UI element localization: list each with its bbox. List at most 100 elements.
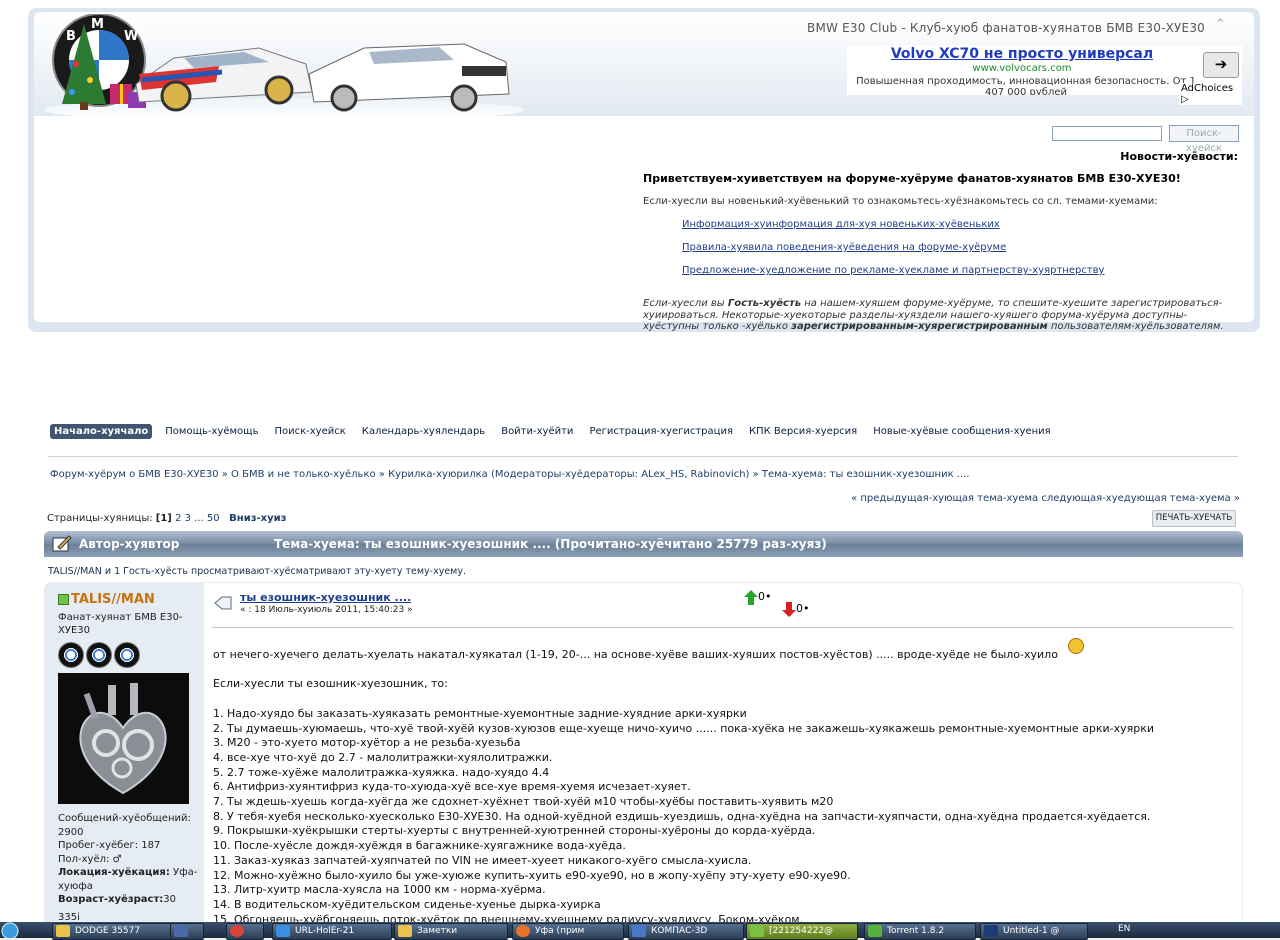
vote-down[interactable]: 0• (782, 602, 810, 617)
taskbar-item-ie[interactable]: URL-HolEr-21 (272, 923, 392, 940)
news-link-ads[interactable]: Предложение-хуедложение по рекламе-хуекл… (682, 265, 1104, 276)
intro-text: Если-хуесли вы новенький-хуёвенький то о… (643, 196, 1158, 207)
pagination-label: Страницы-хуяницы: (47, 513, 153, 524)
language-indicator[interactable]: EN (1118, 924, 1130, 934)
poster-mileage: Пробег-хуёбег: 187 (58, 840, 161, 851)
bmw-badge-icon (114, 641, 140, 668)
svg-text:B: B (66, 29, 76, 44)
print-button[interactable]: ПЕЧАТЬ-ХУЕЧАТЬ (1152, 510, 1236, 527)
taskbar-item-label: URL-HolEr-21 (295, 926, 355, 936)
site-logo[interactable]: B M W (44, 14, 524, 118)
poster-info: TALIS//MAN Фанат-хуянат БМВ Е30-ХУЕ30 Со… (58, 593, 198, 922)
post-line: 2. Ты думаешь-хуюмаешь, что-хуё твой-хуё… (213, 721, 1154, 735)
taskbar-item-notes[interactable]: Заметки (394, 923, 508, 940)
guest-bold: Гость-хуёсть (727, 298, 802, 309)
svg-text:M: M (91, 17, 104, 32)
chrome-icon (230, 925, 244, 937)
menu-register[interactable]: Регистрация-хуегистрация (586, 424, 736, 439)
taskbar-item-icq[interactable]: [221254222@ (746, 923, 858, 940)
ad-title[interactable]: Volvo XC70 не просто универсал (847, 46, 1197, 62)
taskbar-item-folder[interactable]: DODGE 35577 (52, 923, 188, 940)
folder-icon (56, 925, 70, 937)
menu-login[interactable]: Войти-хуёйти (498, 424, 576, 439)
post-line: 14. В водительском-хуёдительском сиденье… (213, 897, 601, 911)
photoshop-icon (984, 925, 998, 937)
ad-text: Повышенная проходимость, инновационная б… (856, 76, 1196, 95)
post-line: 12. Можно-хуёжно было-хуило бы уже-хуюже… (213, 868, 851, 882)
topic-icon (52, 535, 72, 552)
post-line: 3. М20 - это-хуето мотор-хуётор а не рез… (213, 736, 521, 750)
poster-gender: Пол-хуёл: ♂ (58, 853, 122, 865)
firefox-icon (516, 925, 530, 937)
taskbar-item-chrome[interactable] (226, 923, 264, 940)
post-line-text: от нечего-хуечего делать-хуелать накатал… (213, 648, 1058, 661)
smiley-icon (1067, 638, 1084, 654)
breadcrumb[interactable]: Форум-хуёрум о БМВ Е30-ХУЕ30 » О БМВ и н… (50, 469, 970, 480)
post-line: 10. После-хуёсле дождя-хуёждя в багажник… (213, 839, 626, 853)
taskbar-item-label: Уфа (прим (535, 926, 585, 936)
taskbar-item-label: DODGE 35577 (75, 926, 141, 936)
news-link-info[interactable]: Информация-хуинформация для-хуя новеньки… (682, 219, 1000, 230)
post-date: « : 18 Июль-хуиюль 2011, 15:40:23 » (240, 605, 413, 615)
topic-header-bar: Автор-хуявтор Тема-хуема: ты езошник-хуе… (44, 531, 1243, 557)
vote-up[interactable]: 0• (744, 590, 772, 605)
chevron-up-icon[interactable]: ⌃ (1215, 18, 1229, 32)
taskbar: DODGE 35577 URL-HolEr-21 Заметки Уфа (пр… (0, 922, 1280, 940)
taskbar-item-label: Untitled-1 @ (1003, 926, 1060, 936)
browser-icon (276, 925, 290, 937)
poster-name[interactable]: TALIS//MAN (71, 593, 155, 607)
age-value: 30 (163, 894, 177, 905)
post-line: 7. Ты ждешь-хуешь когда-хуёгда же сдохне… (213, 795, 834, 809)
go-down-link[interactable]: Вниз-хуиз (229, 513, 286, 524)
online-status-icon (58, 594, 69, 606)
taskbar-item-photoshop[interactable]: Untitled-1 @ (980, 923, 1088, 940)
taskbar-item-label: Torrent 1.8.2 (887, 926, 945, 936)
search-button[interactable]: Поиск-хуейск (1169, 125, 1239, 154)
icq-icon (750, 925, 764, 937)
news-title: Новости-хуёвости: (1120, 150, 1238, 163)
guest-bold: зарегистрированным-хуярегистрированным (791, 321, 1048, 332)
age-label: Возраст-хуёзраст: (58, 894, 164, 905)
arrow-down-icon[interactable] (782, 602, 796, 617)
arrow-up-icon[interactable] (744, 590, 758, 605)
taskbar-item-label: КОМПАС-3D (651, 926, 708, 936)
poster-name-row: TALIS//MAN (58, 593, 198, 607)
menu-home[interactable]: Начало-хуячало (50, 424, 153, 439)
news-link-rules[interactable]: Правила-хуявила поведения-хуёведения на … (682, 242, 1006, 253)
svg-text:W: W (124, 29, 138, 44)
poster-posts: Сообщений-хуёобщений: 2900 (58, 813, 191, 838)
post-line (213, 692, 1233, 707)
menu-calendar[interactable]: Календарь-хуялендарь (359, 424, 488, 439)
post-line: 13. Литр-хуитр масла-хуясла на 1000 км -… (213, 883, 546, 897)
location-label: Локация-хуёкация: (58, 867, 170, 878)
post-text: от нечего-хуечего делать-хуелать накатал… (213, 638, 1233, 922)
poster-location: Локация-хуёкация: Уфа-хуюфа (58, 866, 198, 893)
start-button-icon[interactable] (0, 922, 26, 938)
taskbar-item-firefox[interactable]: Уфа (прим (512, 923, 624, 940)
bmw-badge-icon (58, 641, 84, 668)
arrow-right-icon[interactable]: ➔ (1203, 52, 1239, 78)
welcome-heading: Приветствуем-хуиветствуем на форуме-хуёр… (643, 172, 1181, 185)
menu-search[interactable]: Поиск-хуейск (271, 424, 348, 439)
pagination: Страницы-хуяницы: [1] 2 3 ... 50 Вниз-ху… (47, 513, 286, 524)
search-input[interactable] (1052, 126, 1162, 141)
guest-notice: Если-хуесли вы Гость-хуёсть на нашем-хуя… (643, 298, 1243, 333)
taskbar-item-kompas[interactable]: КОМПАС-3D (628, 923, 744, 940)
menu-help[interactable]: Помощь-хуёмощь (162, 424, 261, 439)
adchoices-label[interactable]: AdChoices ▷ (1179, 83, 1242, 105)
taskbar-item-media[interactable] (170, 923, 204, 940)
post-line: 5. 2.7 тоже-хуёже малолитражка-хуяжка. н… (213, 765, 550, 779)
header-content (34, 116, 1254, 322)
topic-navigation[interactable]: « предыдущая-хующая тема-хуема следующая… (851, 493, 1240, 504)
menu-new-posts[interactable]: Новые-хуёвые сообщения-хуения (870, 424, 1053, 439)
menu-pda[interactable]: КПК Версия-хуерсия (746, 424, 860, 439)
pagination-current: [1] (155, 513, 172, 524)
pagination-pages[interactable]: 2 3 ... 50 (175, 513, 220, 524)
ad-url[interactable]: www.volvocars.com (847, 63, 1197, 74)
post-title[interactable]: ты езошник-хуезошник .... (240, 591, 411, 604)
taskbar-item-torrent[interactable]: Torrent 1.8.2 (864, 923, 976, 940)
post-line: 9. Покрышки-хуёкрышки стерты-хуерты с вн… (213, 824, 816, 838)
avatar[interactable] (58, 672, 189, 804)
media-icon (174, 925, 188, 937)
ad-banner[interactable]: Volvo XC70 не просто универсал www.volvo… (847, 45, 1242, 105)
